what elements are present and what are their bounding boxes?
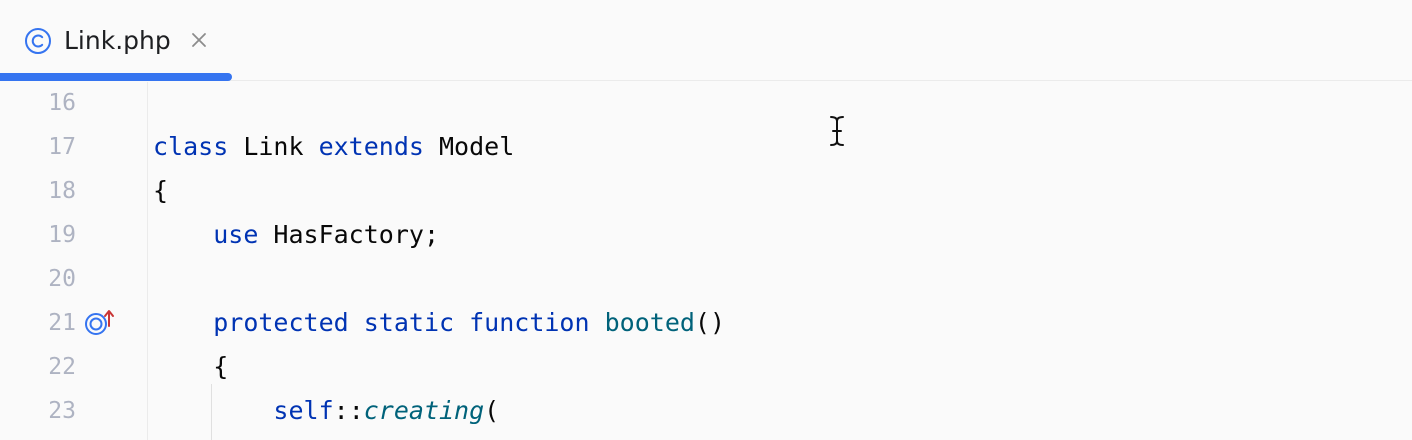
- code-token: HasFactory;: [258, 220, 439, 249]
- line-number[interactable]: 18: [0, 176, 76, 206]
- keyword-token: self: [273, 396, 334, 425]
- close-icon[interactable]: [188, 29, 210, 51]
- line-number[interactable]: 20: [0, 264, 76, 294]
- keyword-token: use: [213, 220, 259, 249]
- code-text[interactable]: {: [153, 351, 228, 383]
- code-token: (: [484, 396, 500, 425]
- code-text[interactable]: protected static function booted(): [153, 307, 725, 339]
- code-token: {: [153, 352, 229, 381]
- code-line[interactable]: 21 protected static function booted(): [0, 302, 1412, 346]
- tab-link-php[interactable]: Link.php: [0, 0, 232, 81]
- active-tab-indicator: [0, 73, 232, 81]
- keyword-token: static: [363, 308, 455, 337]
- class-icon: [25, 28, 51, 54]
- identifier-token: creating: [363, 396, 485, 425]
- editor-window: Link.php 16 17 class Link extends Model 18 {…: [0, 0, 1412, 440]
- tab-label: Link.php: [64, 26, 171, 55]
- keyword-token: protected: [213, 308, 349, 337]
- code-text[interactable]: class Link extends Model: [153, 131, 514, 163]
- code-text[interactable]: self::creating(: [153, 395, 499, 427]
- code-text[interactable]: {: [153, 175, 168, 207]
- override-method-icon[interactable]: [84, 308, 120, 338]
- line-number[interactable]: 19: [0, 220, 76, 250]
- tab-bar: Link.php: [0, 0, 1412, 81]
- code-line[interactable]: 22 {: [0, 346, 1412, 390]
- keyword-token: function: [469, 308, 590, 337]
- keyword-token: extends: [318, 132, 424, 161]
- line-number[interactable]: 23: [0, 396, 76, 426]
- code-token: ::: [333, 396, 364, 425]
- code-text[interactable]: use HasFactory;: [153, 219, 439, 251]
- code-token: Link: [228, 132, 319, 161]
- code-token: Model: [423, 132, 515, 161]
- line-number[interactable]: 17: [0, 132, 76, 162]
- code-line[interactable]: 16: [0, 82, 1412, 126]
- code-line[interactable]: 19 use HasFactory;: [0, 214, 1412, 258]
- code-editor[interactable]: 16 17 class Link extends Model 18 {19 use Ha…: [0, 82, 1412, 440]
- code-line[interactable]: 20: [0, 258, 1412, 302]
- code-token: (): [694, 308, 726, 337]
- line-number[interactable]: 16: [0, 88, 76, 118]
- code-token: {: [153, 176, 169, 205]
- code-line[interactable]: 17 class Link extends Model: [0, 126, 1412, 170]
- keyword-token: class: [153, 132, 229, 161]
- line-number[interactable]: 21: [0, 308, 76, 338]
- identifier-token: booted: [604, 308, 695, 337]
- line-number[interactable]: 22: [0, 352, 76, 382]
- text-cursor-icon: [830, 116, 844, 146]
- code-line[interactable]: 18 {: [0, 170, 1412, 214]
- code-line[interactable]: 23 self::creating(: [0, 390, 1412, 434]
